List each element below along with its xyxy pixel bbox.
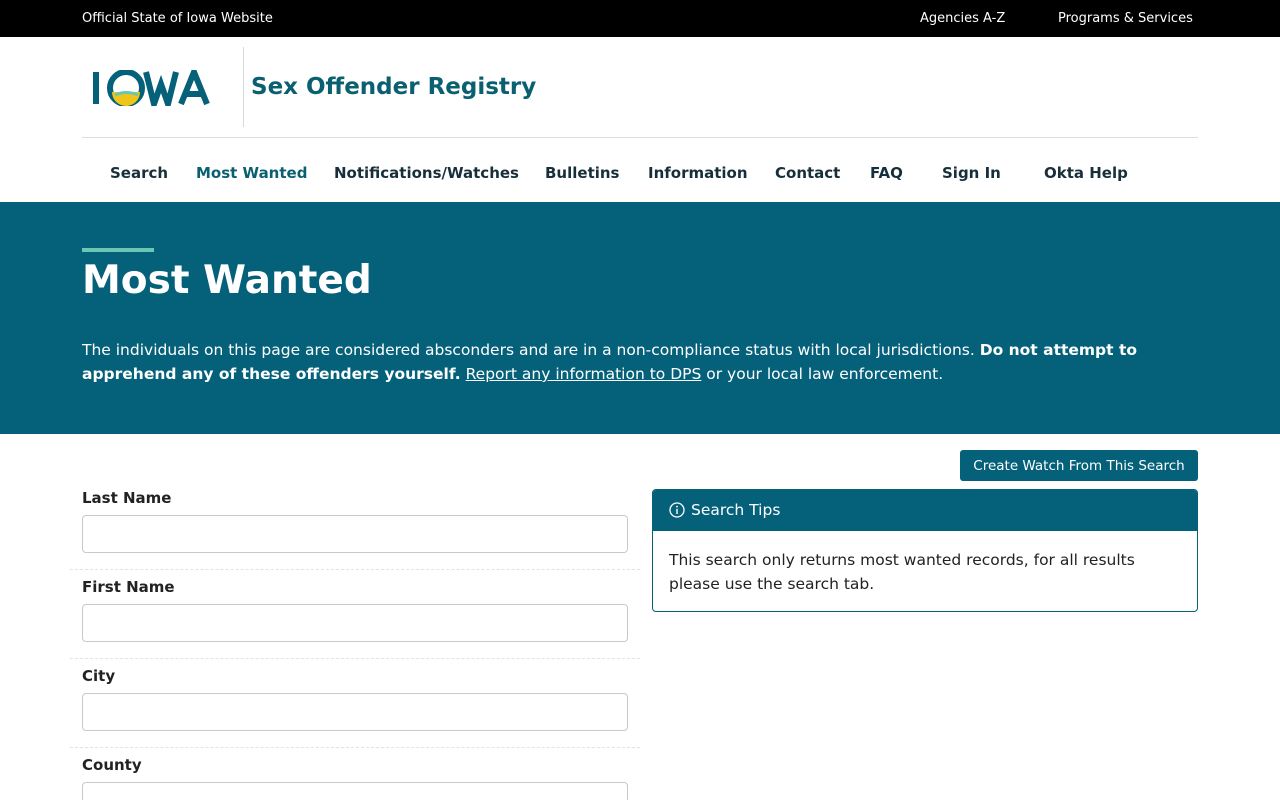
- nav-sign-in[interactable]: Sign In: [942, 164, 1001, 182]
- nav-notifications-watches[interactable]: Notifications/Watches: [334, 164, 519, 182]
- search-tips-panel: Search Tips This search only returns mos…: [652, 489, 1198, 612]
- programs-services-link[interactable]: Programs & Services: [1058, 11, 1193, 26]
- hero-description: The individuals on this page are conside…: [82, 338, 1192, 386]
- iowa-logo: [93, 70, 210, 106]
- nav-search[interactable]: Search: [110, 164, 168, 182]
- official-site-label: Official State of Iowa Website: [82, 11, 273, 26]
- city-input[interactable]: [82, 693, 628, 731]
- page-title: Most Wanted: [82, 258, 372, 303]
- hero-desc-tail: or your local law enforcement.: [701, 365, 944, 383]
- main-nav: Search Most Wanted Notifications/Watches…: [0, 164, 1280, 186]
- last-name-label: Last Name: [82, 489, 172, 507]
- last-name-input[interactable]: [82, 515, 628, 553]
- city-label: City: [82, 667, 116, 685]
- top-bar: Official State of Iowa Website Agencies …: [0, 0, 1280, 37]
- agencies-link[interactable]: Agencies A-Z: [920, 11, 1005, 26]
- header-divider: [82, 137, 1198, 138]
- create-watch-button[interactable]: Create Watch From This Search: [960, 450, 1198, 481]
- first-name-label: First Name: [82, 578, 175, 596]
- nav-bulletins[interactable]: Bulletins: [545, 164, 620, 182]
- field-separator: [70, 569, 640, 570]
- report-to-dps-link[interactable]: Report any information to DPS: [466, 365, 702, 383]
- logo-divider: [243, 47, 244, 127]
- county-label: County: [82, 756, 142, 774]
- nav-faq[interactable]: FAQ: [870, 164, 903, 182]
- county-input[interactable]: [82, 782, 628, 800]
- field-separator: [70, 658, 640, 659]
- field-separator: [70, 747, 640, 748]
- site-title[interactable]: Sex Offender Registry: [251, 74, 536, 100]
- nav-contact[interactable]: Contact: [775, 164, 840, 182]
- search-tips-body: This search only returns most wanted rec…: [669, 551, 1135, 593]
- search-tips-title: Search Tips: [691, 501, 781, 519]
- info-icon: [669, 502, 685, 518]
- search-tips-header: Search Tips: [653, 490, 1197, 531]
- hero-desc-text: The individuals on this page are conside…: [82, 341, 980, 359]
- hero-banner: Most Wanted The individuals on this page…: [0, 202, 1280, 434]
- nav-most-wanted[interactable]: Most Wanted: [196, 164, 307, 182]
- first-name-input[interactable]: [82, 604, 628, 642]
- hero-accent-bar: [82, 248, 154, 252]
- nav-information[interactable]: Information: [648, 164, 748, 182]
- nav-okta-help[interactable]: Okta Help: [1044, 164, 1128, 182]
